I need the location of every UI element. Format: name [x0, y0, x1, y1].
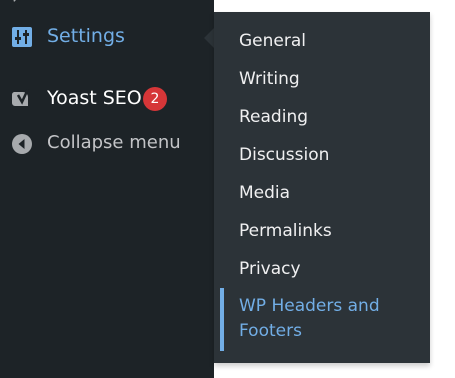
sidebar-item-yoast-seo[interactable]: Yoast SEO 2 — [0, 76, 214, 120]
current-item-indicator — [220, 288, 224, 351]
partial-menu-icon — [13, 0, 16, 2]
submenu-item-general[interactable]: General — [239, 29, 306, 54]
submenu-item-writing[interactable]: Writing — [239, 67, 300, 92]
collapse-arrow-icon — [12, 134, 32, 154]
submenu-item-reading[interactable]: Reading — [239, 105, 308, 130]
yoast-icon — [11, 88, 30, 106]
sidebar-item-label: Yoast SEO — [47, 87, 142, 109]
sidebar-item-settings[interactable]: Settings — [0, 14, 214, 58]
submenu-item-privacy[interactable]: Privacy — [239, 257, 301, 282]
sidebar-item-label: Collapse menu — [47, 132, 181, 153]
submenu-item-discussion[interactable]: Discussion — [239, 143, 329, 168]
collapse-menu-button[interactable]: Collapse menu — [0, 121, 214, 165]
settings-sliders-icon — [12, 27, 32, 47]
submenu-item-label: WP Headers and Footers — [239, 296, 380, 341]
submenu-item-media[interactable]: Media — [239, 181, 290, 206]
sidebar-item-label: Settings — [47, 25, 125, 47]
admin-sidebar: Settings Yoast SEO 2 Collapse menu — [0, 0, 214, 378]
submenu-item-permalinks[interactable]: Permalinks — [239, 219, 332, 244]
admin-screen: Settings Yoast SEO 2 Collapse menu Gener… — [0, 0, 455, 378]
settings-flyout-submenu: General Writing Reading Discussion Media… — [214, 12, 430, 363]
notification-badge: 2 — [143, 87, 167, 111]
submenu-item-wp-headers-and-footers[interactable]: WP Headers and Footers — [214, 288, 430, 351]
flyout-pointer — [204, 28, 214, 48]
